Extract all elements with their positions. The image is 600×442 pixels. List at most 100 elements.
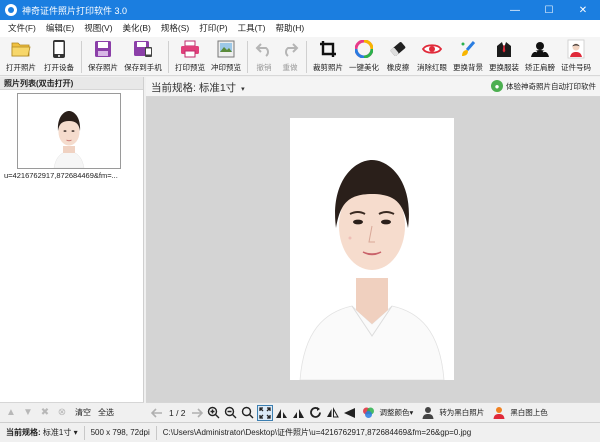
red-eye-icon [422, 39, 442, 59]
current-spec-label: 当前规格: [151, 82, 196, 94]
menu-edit[interactable]: 编辑(E) [41, 20, 79, 37]
zoom-actual-icon[interactable] [240, 405, 256, 421]
rotate-icon[interactable] [308, 405, 324, 421]
chevron-down-icon: ▾ [241, 86, 245, 93]
flip-horizontal-icon[interactable] [325, 405, 341, 421]
toolbar-separator [306, 41, 307, 73]
change-background-button[interactable]: 更换背景 [450, 37, 486, 76]
maximize-button[interactable]: ☐ [532, 0, 566, 20]
zoom-in-icon[interactable] [206, 405, 222, 421]
folder-open-icon [11, 39, 31, 59]
paint-brush-icon [458, 39, 478, 59]
open-device-label: 打开设备 [44, 63, 74, 72]
move-up-icon[interactable]: ▲ [4, 406, 18, 420]
undo-label: 撤销 [256, 63, 272, 72]
status-image-info: 500 x 798, 72dpi [85, 425, 157, 440]
rotate-right-mirror-icon[interactable] [291, 405, 307, 421]
minimize-button[interactable]: — [498, 0, 532, 20]
adjust-color-button[interactable]: 调整颜色 [380, 407, 410, 418]
zoom-out-icon[interactable] [223, 405, 239, 421]
redo-button[interactable]: 重做 [277, 37, 303, 76]
menu-print[interactable]: 打印(P) [194, 20, 232, 37]
toolbar-separator [81, 41, 82, 73]
menu-file[interactable]: 文件(F) [3, 20, 41, 37]
to-bw-button[interactable]: 转为黑白照片 [439, 407, 484, 418]
id-avatar-icon [566, 39, 586, 59]
preview-toolbar: 1 / 2 调整颜色 ▾ 转为黑白照片 黑白图上色 [146, 402, 600, 422]
rotate-left-mirror-icon[interactable] [274, 405, 290, 421]
redo-arrow-icon [280, 39, 300, 59]
undo-arrow-icon [254, 39, 274, 59]
remove-person-icon[interactable]: ✖ [38, 406, 52, 420]
open-device-button[interactable]: 打开设备 [40, 37, 78, 76]
red-eye-label: 消除红眼 [417, 63, 447, 72]
save-to-phone-button[interactable]: 保存到手机 [121, 37, 165, 76]
window-controls: — ☐ ✕ [498, 0, 600, 20]
auto-print-icon: ● [491, 80, 503, 92]
undo-button[interactable]: 撤销 [251, 37, 277, 76]
flip-vertical-icon[interactable] [342, 405, 358, 421]
toolbar: 打开照片 打开设备 保存照片 保存到手机 打印预览 冲印预览 撤销 重做 裁剪照… [0, 37, 600, 76]
bw-colorize-button[interactable]: 黑白图上色 [510, 407, 548, 418]
print-preview-label: 打印预览 [175, 63, 205, 72]
delete-circle-icon[interactable]: ⊗ [55, 406, 69, 420]
next-page-icon[interactable] [189, 405, 205, 421]
change-background-label: 更换背景 [453, 63, 483, 72]
toolbar-separator [168, 41, 169, 73]
change-suit-label: 更换服装 [489, 63, 519, 72]
save-photo-label: 保存照片 [88, 63, 118, 72]
select-all-button[interactable]: 全选 [98, 407, 114, 418]
preview-header: 当前规格: 标准1寸 ▾ ● 体验神奇照片自动打印软件 [146, 77, 600, 97]
suit-icon [494, 39, 514, 59]
person-bw-icon[interactable] [420, 405, 436, 421]
menu-spec[interactable]: 规格(S) [156, 20, 194, 37]
crop-icon [318, 39, 338, 59]
id-code-label: 证件号码 [561, 63, 591, 72]
correct-shoulder-button[interactable]: 矫正肩膀 [522, 37, 558, 76]
id-code-button[interactable]: 证件号码 [558, 37, 594, 76]
photo-thumbnail[interactable] [17, 93, 121, 169]
close-button[interactable]: ✕ [566, 0, 600, 20]
beautify-button[interactable]: 一键美化 [346, 37, 382, 76]
menu-bar: 文件(F) 编辑(E) 视图(V) 美化(B) 规格(S) 打印(P) 工具(T… [0, 20, 600, 37]
eraser-button[interactable]: 橡皮擦 [382, 37, 414, 76]
print-preview-button[interactable]: 打印预览 [172, 37, 208, 76]
fit-window-icon[interactable] [256, 404, 273, 421]
save-photo-button[interactable]: 保存照片 [85, 37, 121, 76]
photo-list-panel: 照片列表(双击打开) u=4216762917,872684469&fm=...… [0, 77, 144, 422]
menu-view[interactable]: 视图(V) [79, 20, 117, 37]
wash-preview-button[interactable]: 冲印预览 [208, 37, 244, 76]
menu-beautify[interactable]: 美化(B) [118, 20, 156, 37]
color-wheel-icon [354, 39, 374, 59]
shoulder-icon [530, 39, 550, 59]
auto-print-link[interactable]: ● 体验神奇照片自动打印软件 [491, 80, 596, 92]
page-indicator: 1 / 2 [169, 407, 186, 418]
menu-tools[interactable]: 工具(T) [233, 20, 271, 37]
current-spec[interactable]: 当前规格: 标准1寸 ▾ [151, 80, 245, 95]
save-disk-icon [93, 39, 113, 59]
color-palette-icon[interactable] [361, 405, 377, 421]
preview-area: 当前规格: 标准1寸 ▾ ● 体验神奇照片自动打印软件 1 / 2 调整颜色 ▾… [146, 77, 600, 422]
crop-photo-button[interactable]: 裁剪照片 [310, 37, 346, 76]
photo-list-header: 照片列表(双击打开) [0, 77, 143, 90]
open-photo-label: 打开照片 [6, 63, 36, 72]
move-down-icon[interactable]: ▼ [21, 406, 35, 420]
id-photo-preview[interactable] [290, 118, 454, 380]
clear-button[interactable]: 清空 [75, 407, 91, 418]
auto-print-label: 体验神奇照片自动打印软件 [506, 81, 596, 91]
correct-shoulder-label: 矫正肩膀 [525, 63, 555, 72]
menu-help[interactable]: 帮助(H) [270, 20, 309, 37]
printer-icon [180, 39, 200, 59]
open-photo-button[interactable]: 打开照片 [2, 37, 40, 76]
photo-list-actions: ▲ ▼ ✖ ⊗ 清空 全选 [0, 402, 144, 422]
person-color-icon[interactable] [491, 405, 507, 421]
change-suit-button[interactable]: 更换服装 [486, 37, 522, 76]
status-spec[interactable]: 当前规格: 标准1寸 ▾ [0, 425, 85, 440]
eraser-label: 橡皮擦 [386, 63, 410, 72]
red-eye-button[interactable]: 消除红眼 [414, 37, 450, 76]
status-spec-value: 标准1寸 [42, 427, 72, 437]
chevron-down-icon[interactable]: ▾ [410, 408, 414, 417]
prev-page-icon[interactable] [149, 405, 165, 421]
crop-photo-label: 裁剪照片 [313, 63, 343, 72]
status-spec-label: 当前规格: [6, 427, 41, 437]
